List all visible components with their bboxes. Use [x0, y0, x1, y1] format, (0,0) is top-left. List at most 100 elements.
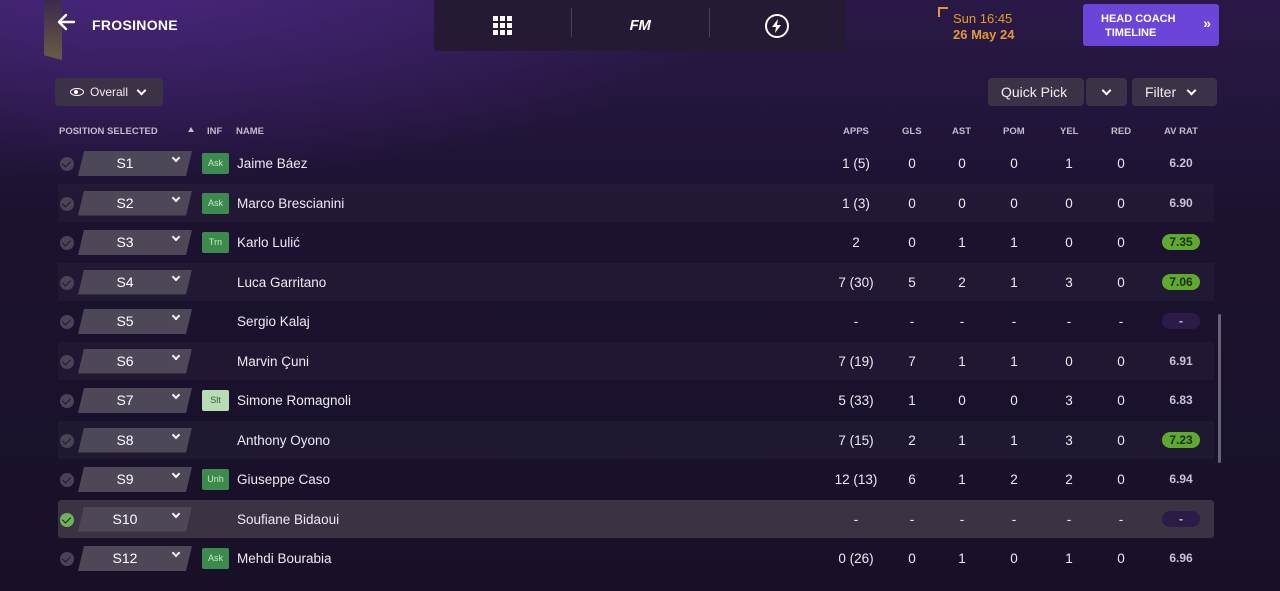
influence-badge[interactable]: Ask [202, 192, 229, 214]
check-icon[interactable] [60, 157, 74, 171]
col-inf[interactable]: INF [207, 126, 222, 137]
influence-badge[interactable]: Unh [202, 469, 229, 490]
check-icon[interactable] [60, 473, 74, 487]
player-name[interactable]: Sergio Kalaj [237, 314, 310, 329]
yellow-cards-cell: 3 [1065, 393, 1073, 408]
col-red[interactable]: RED [1111, 126, 1131, 137]
position-selector[interactable]: S8 [78, 428, 192, 453]
player-name[interactable]: Giuseppe Caso [237, 472, 330, 487]
player-name[interactable]: Simone Romagnoli [237, 393, 351, 408]
check-icon[interactable] [60, 552, 74, 566]
chevron-down-icon [1101, 85, 1112, 95]
col-ast[interactable]: AST [952, 126, 971, 137]
date-time: Sun 16:45 [953, 11, 1013, 26]
table-row[interactable]: S5 Sergio Kalaj - - - - - - - [0, 302, 1280, 341]
position-label: S7 [116, 392, 134, 408]
check-icon[interactable] [60, 236, 74, 250]
table-row[interactable]: S8 Anthony Oyono 7 (15) 2 1 1 3 0 7.23 [0, 421, 1280, 460]
position-label: S8 [116, 431, 134, 448]
col-gls[interactable]: GLS [902, 126, 922, 137]
col-position[interactable]: POSITION SELECTED [59, 126, 158, 137]
player-name[interactable]: Mehdi Bourabia [237, 551, 332, 566]
table-row[interactable]: S12 Ask Mehdi Bourabia 0 (26) 0 1 0 1 0 … [0, 539, 1280, 578]
check-icon[interactable] [60, 512, 74, 527]
club-name[interactable]: FROSINONE [92, 17, 178, 33]
quick-actions-button[interactable] [708, 0, 846, 51]
col-name[interactable]: NAME [236, 126, 264, 137]
head-coach-timeline-button[interactable]: HEAD COACH TIMELINE » [1083, 4, 1219, 46]
quick-pick-dropdown[interactable] [1086, 78, 1127, 106]
check-icon[interactable] [60, 315, 74, 329]
chevron-down-icon [1186, 85, 1197, 95]
position-label: S3 [116, 234, 134, 250]
pom-cell: 1 [1010, 353, 1018, 369]
eye-icon [70, 88, 84, 96]
apps-cell: 1 (5) [842, 156, 870, 171]
position-selector[interactable]: S7 [78, 388, 192, 413]
position-selector[interactable]: S1 [78, 151, 192, 176]
check-icon[interactable] [60, 275, 74, 290]
apps-cell: 5 (33) [838, 393, 874, 408]
player-name[interactable]: Marco Brescianini [237, 196, 344, 211]
position-selector[interactable]: S9 [78, 467, 192, 492]
chevron-down-icon [172, 154, 180, 162]
back-arrow-icon[interactable] [56, 12, 80, 36]
pom-cell: 0 [1010, 551, 1018, 566]
influence-badge[interactable]: Ask [202, 153, 229, 174]
check-icon[interactable] [60, 394, 74, 408]
fm-home-button[interactable]: FM [571, 0, 708, 51]
player-name[interactable]: Anthony Oyono [237, 433, 330, 448]
table-row[interactable]: S9 Unh Giuseppe Caso 12 (13) 6 1 2 2 0 6… [0, 460, 1280, 499]
top-navigation: FM [434, 0, 846, 51]
table-row[interactable]: S4 Luca Garritano 7 (30) 5 2 1 3 0 7.06 [0, 263, 1280, 302]
position-selector[interactable]: S5 [78, 309, 192, 334]
player-name[interactable]: Luca Garritano [237, 275, 326, 290]
player-name[interactable]: Jaime Báez [237, 156, 308, 171]
position-selector[interactable]: S10 [78, 507, 192, 532]
red-cards-cell: 0 [1117, 195, 1125, 211]
table-row[interactable]: S2 Ask Marco Brescianini 1 (3) 0 0 0 0 0… [0, 184, 1280, 223]
average-rating: 7.06 [1162, 273, 1200, 290]
table-row[interactable]: S3 Trn Karlo Lulić 2 0 1 1 0 0 7.35 [0, 223, 1280, 262]
player-name[interactable]: Soufiane Bidaoui [237, 512, 339, 527]
table-row[interactable]: S1 Ask Jaime Báez 1 (5) 0 0 0 1 0 6.20 [0, 144, 1280, 183]
check-icon[interactable] [60, 354, 74, 369]
position-selector[interactable]: S6 [78, 349, 192, 374]
yellow-cards-cell: - [1066, 314, 1072, 329]
grid-menu-button[interactable] [434, 0, 571, 51]
game-date[interactable]: Sun 16:45 26 May 24 [938, 7, 1048, 45]
view-selector-dropdown[interactable]: Overall [55, 78, 163, 106]
col-pom[interactable]: POM [1003, 126, 1025, 137]
check-icon[interactable] [60, 196, 74, 211]
red-cards-cell: - [1118, 314, 1124, 329]
yellow-cards-cell: 3 [1065, 274, 1073, 290]
player-name[interactable]: Marvin Çuni [237, 354, 309, 369]
apps-cell: 7 (15) [838, 432, 874, 448]
position-selector[interactable]: S3 [78, 230, 192, 255]
table-row[interactable]: S7 Slt Simone Romagnoli 5 (33) 1 0 0 3 0… [0, 381, 1280, 420]
position-selector[interactable]: S4 [78, 270, 192, 295]
scrollbar[interactable] [1218, 314, 1221, 463]
filter-dropdown[interactable]: Filter [1132, 78, 1217, 106]
influence-badge[interactable]: Slt [202, 390, 229, 411]
position-selector[interactable]: S2 [78, 191, 192, 216]
col-av-rat[interactable]: AV RAT [1164, 126, 1198, 137]
check-icon[interactable] [60, 433, 74, 448]
influence-badge[interactable]: Trn [202, 232, 229, 253]
grid-menu-icon [493, 16, 513, 35]
col-apps[interactable]: APPS [843, 126, 869, 137]
yellow-cards-cell: 0 [1065, 195, 1073, 211]
lightning-bolt-icon [765, 13, 790, 38]
col-yel[interactable]: YEL [1060, 126, 1078, 137]
average-rating: 6.91 [1169, 353, 1193, 368]
table-row[interactable]: S6 Marvin Çuni 7 (19) 7 1 1 0 0 6.91 [0, 342, 1280, 381]
apps-cell: 12 (13) [834, 472, 878, 487]
red-cards-cell: 0 [1117, 432, 1125, 448]
position-selector[interactable]: S12 [78, 546, 192, 571]
influence-badge[interactable]: Ask [202, 548, 229, 569]
table-row[interactable]: S10 Soufiane Bidaoui - - - - - - - [0, 499, 1280, 539]
pom-cell: 0 [1010, 195, 1018, 211]
quick-pick-button[interactable]: Quick Pick [988, 78, 1084, 106]
player-name[interactable]: Karlo Lulić [237, 235, 300, 250]
apps-cell: 1 (3) [842, 195, 870, 211]
